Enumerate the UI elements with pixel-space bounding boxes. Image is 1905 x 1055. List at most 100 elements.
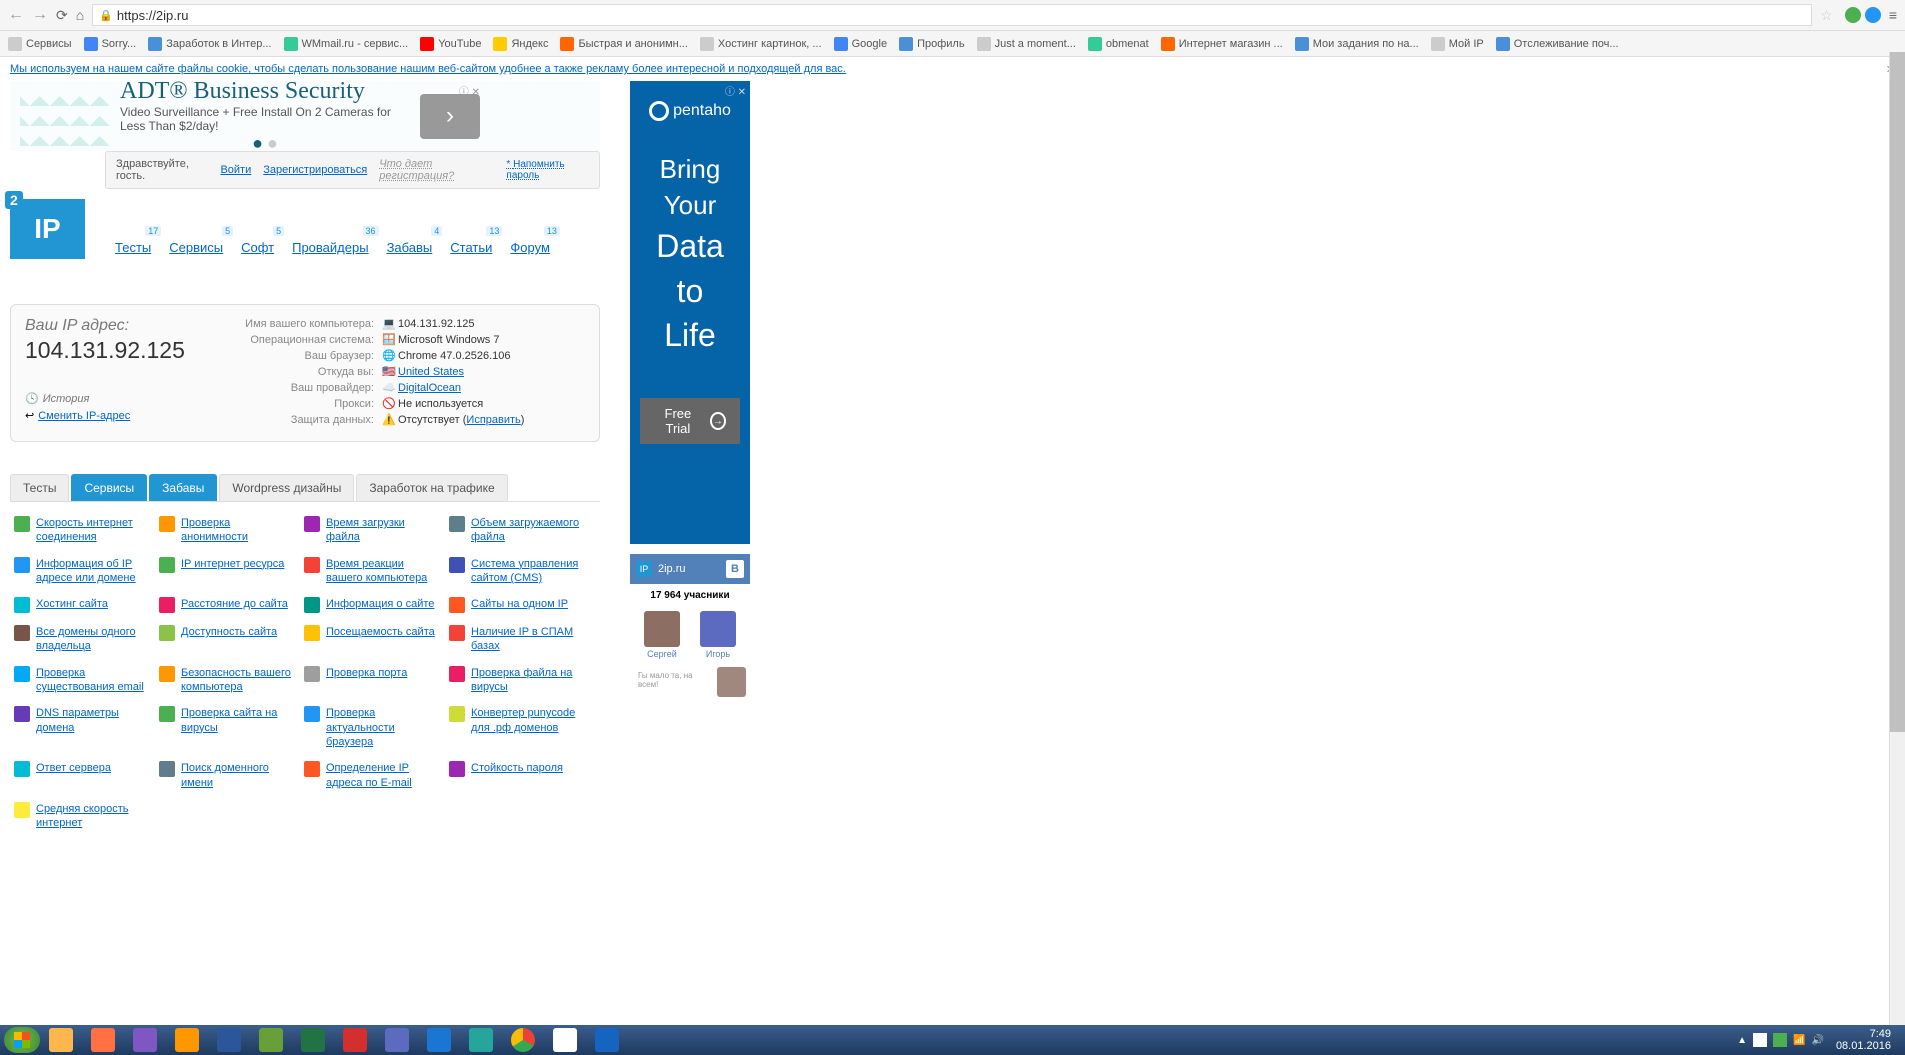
network-icon[interactable]: 📶 [1793, 1035, 1805, 1046]
ad-info-icon[interactable]: ⓘ ✕ [459, 83, 480, 98]
taskbar-app[interactable] [83, 1027, 123, 1053]
service-link[interactable]: Поиск доменного имени [181, 761, 296, 790]
taskbar-app[interactable] [461, 1027, 501, 1053]
taskbar-app[interactable] [377, 1027, 417, 1053]
bookmark-star-icon[interactable]: ☆ [1820, 7, 1833, 24]
service-link[interactable]: Проверка существования email [36, 666, 151, 695]
service-link[interactable]: DNS параметры домена [36, 706, 151, 735]
bookmark-item[interactable]: Отслеживание поч... [1496, 37, 1619, 51]
tab-Сервисы[interactable]: Сервисы [71, 474, 147, 501]
taskbar-app[interactable] [545, 1027, 585, 1053]
taskbar-app[interactable] [41, 1027, 81, 1053]
bookmark-item[interactable]: Мои задания по на... [1295, 37, 1419, 51]
service-link[interactable]: Наличие IP в СПАМ базах [471, 625, 586, 654]
nav-fun[interactable]: 4Забавы [387, 240, 433, 255]
bookmark-item[interactable]: obmenat [1088, 37, 1149, 51]
change-ip-link[interactable]: Сменить IP-адрес [38, 410, 130, 422]
sidebar-ad[interactable]: ⓘ ✕ pentaho Bring Your Data to Life Free… [630, 81, 750, 544]
nav-soft[interactable]: 5Софт [241, 240, 274, 255]
banner-ad[interactable]: ADT® Business Security Video Surveillanc… [10, 81, 600, 151]
service-link[interactable]: Безопасность вашего компьютера [181, 666, 296, 695]
address-bar[interactable]: 🔒 https://2ip.ru [92, 4, 1812, 26]
nav-tests[interactable]: 17Тесты [115, 240, 151, 255]
extension-icon[interactable] [1845, 7, 1861, 23]
service-link[interactable]: Средняя скорость интернет [36, 802, 151, 831]
bookmark-item[interactable]: Мой IP [1431, 37, 1484, 51]
taskbar-app[interactable] [209, 1027, 249, 1053]
taskbar-app[interactable] [125, 1027, 165, 1053]
free-trial-button[interactable]: Free Trial → [640, 398, 740, 444]
start-button[interactable] [4, 1027, 40, 1053]
vertical-scrollbar[interactable] [1889, 52, 1905, 1025]
history-link[interactable]: История [43, 393, 90, 405]
service-link[interactable]: Стойкость пароля [471, 761, 563, 775]
service-link[interactable]: Посещаемость сайта [326, 625, 435, 639]
service-link[interactable]: Сайты на одном IP [471, 597, 568, 611]
service-link[interactable]: Хостинг сайта [36, 597, 108, 611]
bookmark-item[interactable]: Sorry... [84, 37, 137, 51]
nav-articles[interactable]: 13Статьи [450, 240, 492, 255]
register-hint[interactable]: Что дает регистрация? [379, 158, 494, 182]
service-link[interactable]: Время реакции вашего компьютера [326, 557, 441, 586]
bookmark-item[interactable]: Профиль [899, 37, 965, 51]
service-link[interactable]: Информация о сайте [326, 597, 434, 611]
service-link[interactable]: Информация об IP адресе или домене [36, 557, 151, 586]
tray-icon[interactable] [1773, 1033, 1787, 1047]
login-link[interactable]: Войти [220, 164, 251, 176]
service-link[interactable]: IP интернет ресурса [181, 557, 284, 571]
service-link[interactable]: Время загрузки файла [326, 516, 441, 545]
ad-next-button[interactable]: › [420, 94, 480, 139]
nav-providers[interactable]: 36Провайдеры [292, 240, 368, 255]
ip-row-link[interactable]: DigitalOcean [398, 382, 461, 394]
scrollbar-thumb[interactable] [1890, 52, 1905, 732]
back-button[interactable]: ← [8, 6, 24, 24]
extension-icon[interactable] [1865, 7, 1881, 23]
service-link[interactable]: Проверка актуальности браузера [326, 706, 441, 749]
vk-user[interactable]: Игорь [700, 611, 736, 659]
vk-header[interactable]: IP 2ip.ru В [630, 554, 750, 584]
bookmark-item[interactable]: Сервисы [8, 37, 72, 51]
bookmark-item[interactable]: Заработок в Интер... [148, 37, 271, 51]
bookmark-item[interactable]: YouTube [420, 37, 481, 51]
clock[interactable]: 7:49 08.01.2016 [1830, 1028, 1897, 1052]
service-link[interactable]: Система управления сайтом (CMS) [471, 557, 586, 586]
tab-Забавы[interactable]: Забавы [149, 474, 217, 501]
remind-password[interactable]: * Напомнить пароль [506, 159, 589, 181]
service-link[interactable]: Проверка файла на вирусы [471, 666, 586, 695]
ad-info-icon[interactable]: ⓘ ✕ [725, 83, 746, 98]
forward-button[interactable]: → [32, 6, 48, 24]
service-link[interactable]: Расстояние до сайта [181, 597, 288, 611]
nav-forum[interactable]: 13Форум [510, 240, 550, 255]
nav-services[interactable]: 5Сервисы [169, 240, 223, 255]
tray-icon[interactable] [1753, 1033, 1767, 1047]
taskbar-app[interactable] [293, 1027, 333, 1053]
service-link[interactable]: Конвертер punycode для .рф доменов [471, 706, 586, 735]
taskbar-app[interactable] [335, 1027, 375, 1053]
bookmark-item[interactable]: Google [834, 37, 887, 51]
register-link[interactable]: Зарегистрироваться [263, 164, 367, 176]
tab-Заработок на трафике[interactable]: Заработок на трафике [356, 474, 507, 501]
taskbar-app[interactable] [587, 1027, 627, 1053]
bookmark-item[interactable]: Яндекс [493, 37, 548, 51]
service-link[interactable]: Проверка анонимности [181, 516, 296, 545]
bookmark-item[interactable]: Just a moment... [977, 37, 1076, 51]
service-link[interactable]: Ответ сервера [36, 761, 111, 775]
service-link[interactable]: Проверка порта [326, 666, 407, 680]
tray-arrow-icon[interactable]: ▲ [1737, 1035, 1747, 1046]
taskbar-chrome[interactable] [503, 1027, 543, 1053]
service-link[interactable]: Доступность сайта [181, 625, 277, 639]
cookie-link[interactable]: Мы используем на нашем сайте файлы cooki… [10, 63, 846, 75]
taskbar-app[interactable] [419, 1027, 459, 1053]
bookmark-item[interactable]: Быстрая и анонимн... [560, 37, 687, 51]
site-logo[interactable]: 2 IP [10, 199, 85, 259]
bookmark-item[interactable]: Хостинг картинок, ... [700, 37, 822, 51]
home-button[interactable]: ⌂ [76, 7, 84, 23]
tab-Wordpress дизайны[interactable]: Wordpress дизайны [219, 474, 354, 501]
bookmark-item[interactable]: WMmail.ru - сервис... [284, 37, 409, 51]
tab-Тесты[interactable]: Тесты [10, 474, 69, 501]
ip-row-link[interactable]: United States [398, 366, 464, 378]
service-link[interactable]: Проверка сайта на вирусы [181, 706, 296, 735]
service-link[interactable]: Объем загружаемого файла [471, 516, 586, 545]
bookmark-item[interactable]: Интернет магазин ... [1161, 37, 1283, 51]
menu-button[interactable]: ≡ [1889, 7, 1897, 23]
